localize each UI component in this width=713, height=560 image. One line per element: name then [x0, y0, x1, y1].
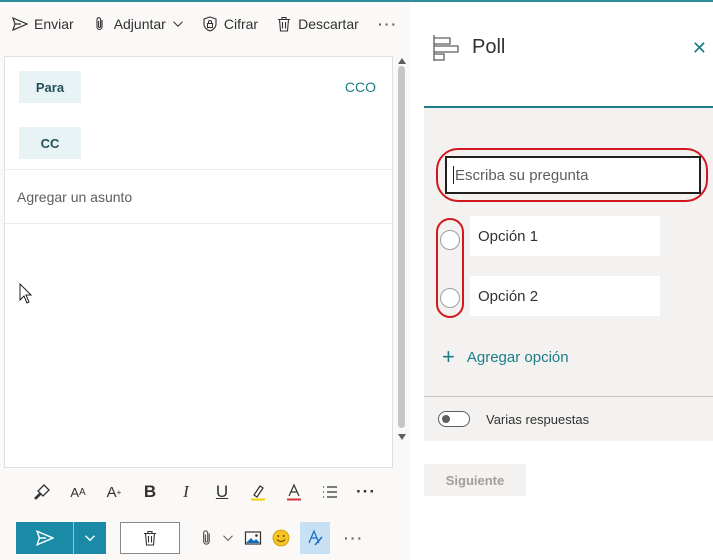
- editor-button[interactable]: [300, 522, 330, 554]
- more-format-glyph: ···: [356, 482, 376, 501]
- discard-button[interactable]: [120, 522, 180, 554]
- chevron-down-icon: [172, 21, 183, 27]
- send-button[interactable]: [16, 522, 106, 554]
- question-highlight: Escriba su pregunta: [436, 148, 708, 202]
- add-option-label: Agregar opción: [466, 348, 569, 366]
- emoji-button[interactable]: [272, 522, 290, 554]
- scroll-up-arrow-icon[interactable]: [398, 58, 406, 64]
- cc-button[interactable]: CC: [19, 127, 81, 159]
- to-button[interactable]: Para: [19, 71, 81, 103]
- multiple-answers-label: Varias respuestas: [486, 411, 590, 427]
- bold-icon[interactable]: B: [132, 477, 168, 507]
- send-icon: [12, 16, 28, 32]
- compose-card: Para CCO CC Agregar un asunto: [4, 56, 393, 468]
- next-button[interactable]: Siguiente: [424, 464, 526, 496]
- bullets-icon[interactable]: [312, 477, 348, 507]
- encrypt-toolbar-label: Cifrar: [223, 16, 259, 32]
- scrollbar-thumb[interactable]: [398, 66, 405, 428]
- chevron-down-icon: [223, 535, 233, 541]
- scroll-down-arrow-icon[interactable]: [398, 434, 406, 440]
- compose-toolbar: Enviar Adjuntar Cifrar Descartar ···: [0, 2, 410, 46]
- discard-toolbar-button[interactable]: Descartar: [270, 8, 365, 40]
- compose-pane: Enviar Adjuntar Cifrar Descartar ··· Par…: [0, 2, 410, 560]
- chevron-down-icon: [85, 535, 95, 542]
- format-toolbar: AA A + B I U ···: [4, 470, 393, 514]
- option-radio[interactable]: [440, 230, 460, 250]
- format-painter-icon[interactable]: [24, 477, 60, 507]
- option-input-1[interactable]: Opción 1: [470, 216, 660, 256]
- emoji-icon: [272, 529, 290, 547]
- paperclip-icon: [96, 17, 103, 31]
- question-input[interactable]: Escriba su pregunta: [445, 156, 701, 194]
- send-icon: [35, 529, 54, 547]
- multiple-answers-row: Varias respuestas: [424, 397, 713, 441]
- multiple-answers-toggle[interactable]: [438, 411, 470, 427]
- underline-icon[interactable]: U: [204, 477, 240, 507]
- option-input-2[interactable]: Opción 2: [470, 276, 660, 316]
- trash-icon: [278, 16, 291, 32]
- action-bar: ···: [4, 516, 393, 560]
- mouse-cursor-icon: [19, 283, 33, 304]
- paperclip-icon: [203, 530, 210, 545]
- send-toolbar-button[interactable]: Enviar: [6, 8, 80, 40]
- option-label: Opción 1: [478, 227, 539, 245]
- font-color-icon[interactable]: [276, 477, 312, 507]
- close-button[interactable]: ✕: [692, 38, 707, 59]
- italic-icon[interactable]: I: [168, 477, 204, 507]
- more-actions-button[interactable]: ···: [344, 530, 364, 546]
- highlight-icon[interactable]: [240, 477, 276, 507]
- question-placeholder: Escriba su pregunta: [455, 166, 589, 184]
- send-toolbar-label: Enviar: [34, 16, 74, 32]
- trash-icon: [144, 530, 156, 546]
- send-options-dropdown[interactable]: [74, 532, 106, 544]
- poll-body: Escriba su pregunta Opción 1 Opción 2 + …: [424, 108, 713, 396]
- font-grow-icon[interactable]: A +: [96, 477, 132, 507]
- poll-pane: Poll ✕ Escriba su pregunta Opción 1 Opci…: [410, 2, 713, 560]
- font-grow-glyph: A: [106, 483, 117, 501]
- subject-input[interactable]: Agregar un asunto: [17, 189, 132, 205]
- font-size-glyph: A: [70, 484, 79, 500]
- send-primary-button[interactable]: [16, 522, 74, 554]
- font-size-icon[interactable]: AA: [60, 477, 96, 507]
- bcc-button[interactable]: CCO: [345, 79, 376, 95]
- shield-lock-icon: [203, 16, 217, 32]
- discard-toolbar-label: Descartar: [298, 16, 359, 32]
- option-radio[interactable]: [440, 288, 460, 308]
- editor-pen-icon: [308, 529, 323, 546]
- text-caret: [453, 166, 454, 184]
- poll-title: Poll: [472, 36, 506, 58]
- divider: [5, 169, 392, 170]
- more-format-icon[interactable]: ···: [348, 477, 384, 507]
- insert-image-button[interactable]: [244, 522, 262, 554]
- poll-header: Poll ✕: [410, 2, 713, 106]
- image-icon: [244, 531, 262, 545]
- toggle-knob: [442, 415, 450, 423]
- poll-icon: [433, 35, 459, 61]
- add-option-button[interactable]: + Agregar opción: [442, 346, 569, 368]
- more-options-button[interactable]: ···: [378, 16, 398, 32]
- option-label: Opción 2: [478, 287, 539, 305]
- plus-icon: +: [442, 344, 455, 369]
- divider: [5, 223, 392, 224]
- attach-button[interactable]: [198, 522, 234, 554]
- underline-glyph: U: [215, 482, 229, 501]
- attach-toolbar-button[interactable]: Adjuntar: [86, 8, 190, 40]
- attach-toolbar-label: Adjuntar: [113, 16, 166, 32]
- encrypt-toolbar-button[interactable]: Cifrar: [196, 8, 264, 40]
- radio-highlight: [436, 218, 464, 318]
- bold-glyph: B: [143, 482, 157, 501]
- italic-glyph: I: [183, 482, 189, 501]
